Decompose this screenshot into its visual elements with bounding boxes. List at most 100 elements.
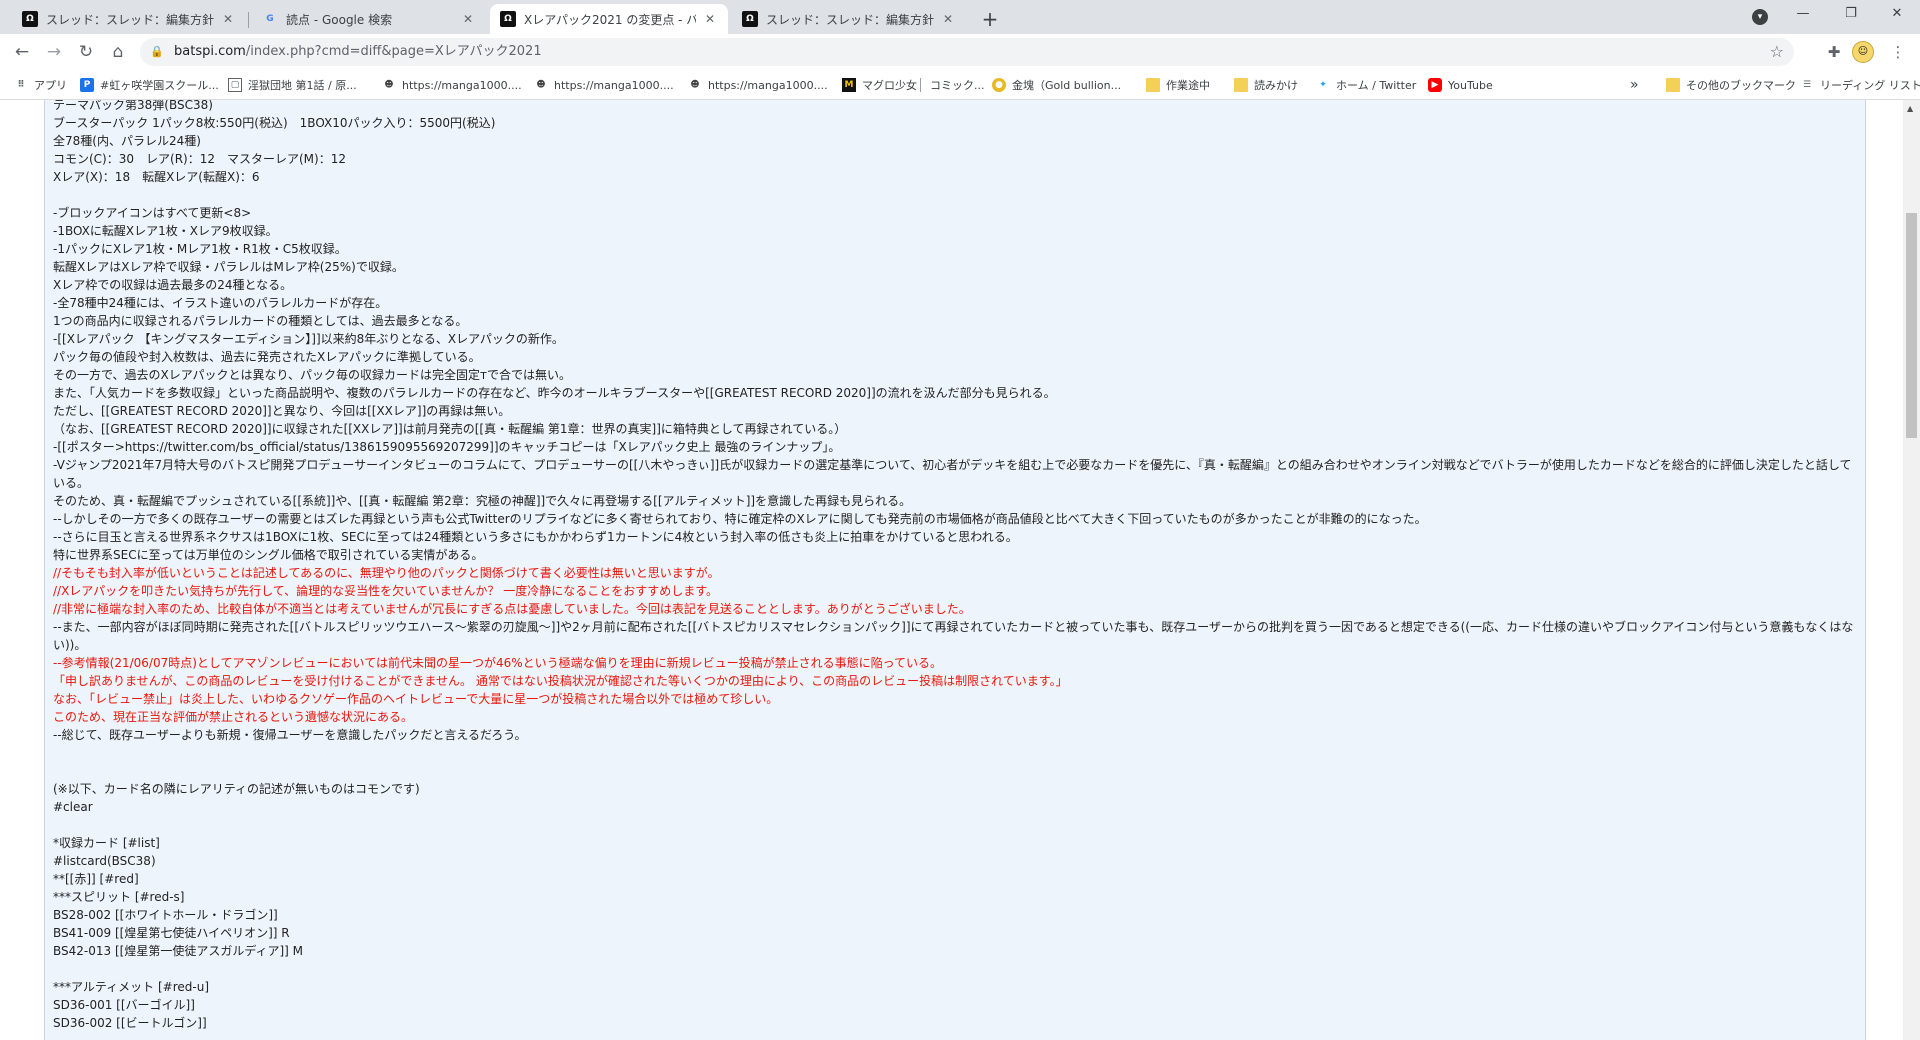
bookmark-manga1000-3[interactable]: ☻ https://manga1000.... bbox=[688, 75, 827, 95]
bookmark-label: マグロ少女 bbox=[862, 79, 917, 92]
diff-line bbox=[53, 744, 1858, 762]
close-icon[interactable]: ✕ bbox=[220, 11, 236, 27]
diff-line: #listcard(BSC38) bbox=[53, 854, 156, 868]
diff-line-added: //Xレアパックを叩きたい気持ちが先行して、論理的な妥当性を欠いていませんか？ … bbox=[53, 584, 719, 598]
diff-line: --また、一部内容がほぼ同時期に発売された[[バトルスピリッツウエハース～紫翠の… bbox=[53, 620, 1854, 652]
close-icon[interactable]: ✕ bbox=[940, 11, 956, 27]
diff-line bbox=[53, 186, 1858, 204]
diff-line: ***スピリット [#red-s] bbox=[53, 890, 185, 904]
close-window-button[interactable]: ✕ bbox=[1874, 0, 1920, 30]
tab-google-search[interactable]: G 読点 - Google 検索 ✕ bbox=[252, 4, 486, 34]
tab-thread-1[interactable]: Ω スレッド：スレッド：編集方針・記述 ✕ bbox=[12, 4, 246, 34]
folder-icon bbox=[1666, 78, 1680, 92]
bookmark-label: 淫獄団地 第1話 / 原... bbox=[248, 79, 357, 92]
diff-line: (※以下、カード名の隣にレアリティの記述が無いものはコモンです) bbox=[53, 782, 420, 796]
close-icon[interactable]: ✕ bbox=[460, 11, 476, 27]
reading-list[interactable]: ☰ リーディング リスト bbox=[1800, 75, 1920, 95]
diff-line: Xレア枠での収録は過去最多の24種となる。 bbox=[53, 278, 293, 292]
other-bookmarks[interactable]: その他のブックマーク bbox=[1666, 75, 1796, 95]
bookmark-folder-yomikake[interactable]: 読みかけ bbox=[1234, 75, 1298, 95]
diff-line: テーマパック第38弾(BSC38) bbox=[53, 100, 213, 112]
diff-line: -全78種中24種には、イラスト違いのパラレルカードが存在。 bbox=[53, 296, 388, 310]
scroll-up-icon[interactable]: ▲ bbox=[1907, 104, 1913, 113]
tab-thread-2[interactable]: Ω スレッド：スレッド：編集方針・記述 ✕ bbox=[732, 4, 966, 34]
diff-line: **[[赤]] [#red] bbox=[53, 872, 139, 886]
tab-title: 読点 - Google 検索 bbox=[286, 12, 393, 27]
apps-icon: ⠿ bbox=[17, 80, 25, 90]
diff-line: 転醒XレアはXレア枠で収録・パラレルはMレア枠(25%)で収録。 bbox=[53, 260, 404, 274]
address-url[interactable]: batspi.com/index.php?cmd=diff&page=Xレアパッ… bbox=[174, 38, 542, 66]
bookmark-icon: P bbox=[80, 78, 94, 92]
bookmark-folder-sagyou[interactable]: 作業途中 bbox=[1146, 75, 1210, 95]
forward-arrow-icon[interactable]: → bbox=[40, 38, 68, 66]
diff-line: BS28-002 [[ホワイトホール・ドラゴン]] bbox=[53, 908, 278, 922]
youtube-icon: ▶ bbox=[1428, 78, 1442, 92]
bookmark-twitter[interactable]: ✦ ホーム / Twitter bbox=[1316, 75, 1416, 95]
new-tab-button[interactable]: + bbox=[976, 6, 1004, 34]
bookmark-gold-bullion[interactable]: ● 金塊（Gold bullion... bbox=[992, 75, 1121, 95]
profile-avatar[interactable]: ☺ bbox=[1852, 41, 1874, 63]
reload-icon[interactable]: ↻ bbox=[72, 38, 100, 66]
diff-line: ただし、[[GREATEST RECORD 2020]]と異なり、今回は[[XX… bbox=[53, 404, 511, 418]
url-host: batspi.com bbox=[174, 44, 246, 59]
diff-line-added: --参考情報(21/06/07時点)としてアマゾンレビューにおいては前代未聞の星… bbox=[53, 656, 943, 670]
manga-icon: ☻ bbox=[690, 80, 700, 90]
lock-icon[interactable]: 🔒 bbox=[150, 45, 164, 59]
bookmark-comic[interactable]: コミック... bbox=[920, 75, 985, 95]
bookmarks-overflow-button[interactable]: » bbox=[1630, 75, 1639, 95]
browser-toolbar: ← → ↻ ⌂ 🔒 batspi.com/index.php?cmd=diff&… bbox=[0, 34, 1920, 70]
diff-line: *収録カード [#list] bbox=[53, 836, 160, 850]
batspi-favicon-icon: Ω bbox=[742, 11, 758, 27]
bookmark-manga1000-1[interactable]: ☻ https://manga1000.... bbox=[382, 75, 521, 95]
bookmark-star-icon[interactable]: ☆ bbox=[1770, 38, 1784, 66]
diff-line: 特に世界系SECに至っては万単位のシングル価格で取引されている実情がある。 bbox=[53, 548, 484, 562]
diff-line: SD36-002 [[ビートルゴン]] bbox=[53, 1016, 207, 1030]
bookmark-label: 読みかけ bbox=[1254, 79, 1298, 92]
folder-icon bbox=[1234, 78, 1248, 92]
diff-line: BS42-013 [[煌星第一使徒アスガルディア]] M bbox=[53, 944, 304, 958]
diff-line: -[[ポスター>https://twitter.com/bs_official/… bbox=[53, 440, 841, 454]
tab-xrare-pack-diff[interactable]: Ω Xレアパック2021 の変更点 - バトルス ✕ bbox=[490, 4, 728, 34]
menu-kebab-icon[interactable]: ⋮ bbox=[1884, 38, 1912, 66]
comic-icon bbox=[920, 78, 924, 92]
diff-line-added: //非常に極端な封入率のため、比較自体が不適当とは考えていませんが冗長にすぎる点… bbox=[53, 602, 971, 616]
bookmark-label: リーディング リスト bbox=[1820, 79, 1920, 92]
bookmark-apps[interactable]: ⠿ アプリ bbox=[14, 75, 67, 95]
back-arrow-icon[interactable]: ← bbox=[8, 38, 36, 66]
diff-line bbox=[53, 960, 1858, 978]
batspi-favicon-icon: Ω bbox=[22, 11, 38, 27]
close-icon[interactable]: ✕ bbox=[702, 11, 718, 27]
diff-line: また、「人気カードを多数収録」といった商品説明や、複数のパラレルカードの存在など… bbox=[53, 386, 1056, 400]
gold-icon: ● bbox=[992, 78, 1006, 92]
scrollbar-thumb[interactable] bbox=[1906, 213, 1917, 438]
tab-title: Xレアパック2021 の変更点 - バトルス bbox=[524, 12, 696, 27]
extensions-puzzle-icon[interactable]: ✚ bbox=[1820, 38, 1848, 66]
home-icon[interactable]: ⌂ bbox=[104, 38, 132, 66]
diff-line: コモン(C)：30 レア(R)：12 マスターレア(M)：12 bbox=[53, 152, 346, 166]
minimize-button[interactable]: — bbox=[1780, 0, 1826, 30]
address-bar[interactable]: 🔒 batspi.com/index.php?cmd=diff&page=Xレア… bbox=[140, 38, 1794, 66]
bookmark-manga1000-2[interactable]: ☻ https://manga1000.... bbox=[534, 75, 674, 95]
diff-line: Xレア(X)：18 転醒Xレア(転醒X)：6 bbox=[53, 170, 260, 184]
diff-lines: テーマパック第38弾(BSC38) ブースターパック 1パック8枚:550円(税込… bbox=[53, 100, 1858, 1032]
batspi-favicon-icon: Ω bbox=[500, 11, 516, 27]
bookmark-label: 作業途中 bbox=[1166, 79, 1210, 92]
tab-search-icon[interactable]: ▾ bbox=[1752, 9, 1768, 25]
diff-line: -Vジャンプ2021年7月特大号のバトスピ開発プロデューサーインタビューのコラム… bbox=[53, 458, 1852, 490]
bookmark-maguro-shoujo[interactable]: M マグロ少女 bbox=[842, 75, 917, 95]
bookmark-label: アプリ bbox=[34, 79, 67, 92]
bookmark-label: コミック... bbox=[930, 79, 985, 92]
frame-icon: ▢ bbox=[228, 78, 242, 92]
diff-source-text[interactable]: テーマパック第38弾(BSC38) ブースターパック 1パック8枚:550円(税込… bbox=[44, 100, 1866, 1040]
diff-line: --総じて、既存ユーザーよりも新規・復帰ユーザーを意識したパックだと言えるだろう… bbox=[53, 728, 527, 742]
diff-line: ***アルティメット [#red-u] bbox=[53, 980, 209, 994]
bookmark-label: 金塊（Gold bullion... bbox=[1012, 79, 1122, 92]
bookmark-label: https://manga1000.... bbox=[554, 78, 674, 92]
bookmark-danchi[interactable]: ▢ 淫獄団地 第1話 / 原... bbox=[228, 75, 357, 95]
twitter-icon: ✦ bbox=[1319, 80, 1327, 90]
page-scrollbar[interactable]: ▲ bbox=[1903, 100, 1920, 1040]
tab-divider bbox=[248, 12, 249, 28]
bookmark-nijigasaki[interactable]: P #虹ヶ咲学園スクール... bbox=[80, 75, 219, 95]
maximize-button[interactable]: ❐ bbox=[1828, 0, 1874, 30]
bookmark-youtube[interactable]: ▶ YouTube bbox=[1428, 75, 1493, 95]
